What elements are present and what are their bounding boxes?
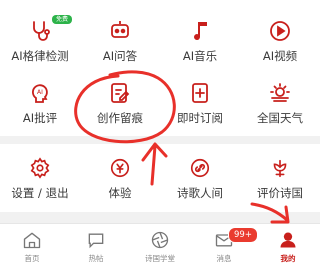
feature-label: 体验 xyxy=(108,186,132,200)
ai-head-icon: AI xyxy=(0,80,80,106)
feature-label: 创作留痕 xyxy=(97,111,143,125)
feature-label: 设置 / 退出 xyxy=(11,186,69,200)
feature-label: 全国天气 xyxy=(257,111,303,125)
free-badge: 免费 xyxy=(52,15,73,24)
feature-instant-subscribe[interactable]: 即时订阅 xyxy=(160,80,240,126)
tab-label: 首页 xyxy=(24,254,40,263)
unread-badge: 99+ xyxy=(228,227,258,243)
weather-icon xyxy=(240,80,320,106)
feature-label: AI格律检测 xyxy=(11,49,69,63)
feature-ai-critique[interactable]: AI AI批评 xyxy=(0,80,80,126)
music-note-icon xyxy=(160,18,240,44)
tab-label: 热帖 xyxy=(88,254,104,263)
user-icon xyxy=(256,228,320,250)
feature-label: 诗歌人间 xyxy=(177,186,223,200)
chat-bubble-icon xyxy=(64,228,128,250)
tab-messages[interactable]: 99+ 消息 xyxy=(192,224,258,266)
bookmark-add-icon xyxy=(160,80,240,106)
tab-label: 我的 xyxy=(280,254,296,263)
feature-ai-music[interactable]: AI音乐 xyxy=(160,18,240,64)
feature-creation-trace[interactable]: 创作留痕 xyxy=(80,80,160,126)
aperture-icon xyxy=(128,228,192,250)
feature-ai-meter-check[interactable]: 免费 AI格律检测 xyxy=(0,15,80,64)
feature-label: 即时订阅 xyxy=(177,111,223,125)
feature-ai-video[interactable]: AI视频 xyxy=(240,18,320,64)
home-icon xyxy=(0,228,64,250)
feature-label: AI问答 xyxy=(102,49,138,63)
tab-hot-posts[interactable]: 热帖 xyxy=(64,224,128,266)
flower-icon xyxy=(240,155,320,181)
section-divider xyxy=(0,136,320,144)
tab-mine[interactable]: 我的 xyxy=(256,224,320,266)
robot-icon xyxy=(80,18,160,44)
feature-settings-logout[interactable]: 设置 / 退出 xyxy=(0,155,80,201)
feature-ai-qa[interactable]: AI问答 xyxy=(80,18,160,64)
feature-label: AI批评 xyxy=(22,111,58,125)
feature-national-weather[interactable]: 全国天气 xyxy=(240,80,320,126)
video-play-icon xyxy=(240,18,320,44)
section-divider xyxy=(0,212,320,223)
stethoscope-icon: 免费 xyxy=(0,15,80,44)
link-icon xyxy=(160,155,240,181)
tab-label: 诗国学堂 xyxy=(145,254,175,263)
tab-label: 消息 xyxy=(216,254,232,263)
tab-home[interactable]: 首页 xyxy=(0,224,64,266)
gear-icon xyxy=(0,155,80,181)
feature-label: 评价诗国 xyxy=(257,186,303,200)
svg-text:AI: AI xyxy=(37,89,43,96)
feature-rate-poetry-nation[interactable]: 评价诗国 xyxy=(240,155,320,201)
feature-experience[interactable]: 体验 xyxy=(80,155,160,201)
edit-note-icon xyxy=(80,80,160,106)
feature-label: AI视频 xyxy=(262,49,298,63)
coin-icon xyxy=(80,155,160,181)
feature-poetry-world[interactable]: 诗歌人间 xyxy=(160,155,240,201)
bottom-tab-bar: 首页 热帖 诗国学堂 99+ 消息 我的 xyxy=(0,223,320,266)
tab-poetry-school[interactable]: 诗国学堂 xyxy=(128,224,192,266)
feature-label: AI音乐 xyxy=(182,49,218,63)
